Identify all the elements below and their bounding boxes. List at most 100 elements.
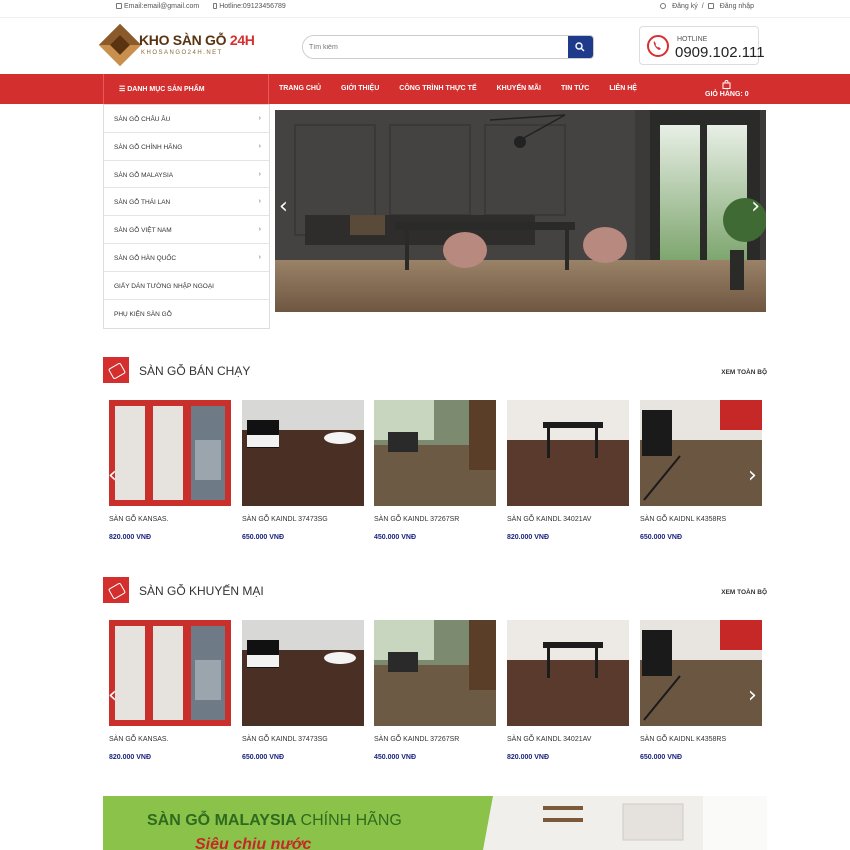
login-link[interactable]: Đăng nhập (720, 3, 754, 10)
product-name: SÀN GỖ KAINDL 37267SR (374, 736, 460, 743)
product-card[interactable]: SÀN GỖ KAINDL 34021AV 820.000 VNĐ (507, 620, 629, 761)
product-image (109, 400, 231, 506)
carousel-next-icon[interactable]: › (748, 463, 757, 488)
sidebar-item-accessories[interactable]: Phụ kiện sàn gỗ (104, 300, 269, 328)
product-image (507, 620, 629, 726)
logo-accent: 24H (229, 32, 255, 48)
product-card[interactable]: SÀN GỖ KAINDL 37473SG 650.000 VNĐ (242, 400, 364, 541)
category-sidebar: Sàn gỗ Châu Âu › Sàn gỗ chính hãng › Sàn g… (103, 104, 270, 329)
tag-icon (103, 577, 129, 603)
promo-headline: SÀN GỖ MALAYSIA (147, 812, 297, 829)
chevron-right-icon: › (258, 198, 261, 206)
nav-about[interactable]: GIỚI THIỆU (341, 85, 379, 92)
chevron-right-icon: › (258, 142, 261, 150)
site-logo[interactable]: KHO SÀN GỖ 24H KHOSANGO24H.NET (98, 23, 255, 67)
promo-headline-accent: CHÍNH HÃNG (300, 812, 402, 829)
product-price: 650.000 VNĐ (640, 754, 683, 761)
top-bar: Email:email@gmail.com Hotline:0912345678… (0, 0, 850, 18)
product-name: SÀN GỖ KAIDNL K4358RS (640, 736, 727, 743)
cart-bag-icon (722, 80, 731, 89)
product-image (242, 400, 364, 506)
nav-news[interactable]: TIN TỨC (561, 85, 589, 92)
user-icon (660, 3, 667, 9)
sidebar-item-korea[interactable]: Sàn gỗ Hàn Quốc › (104, 244, 269, 272)
hotline-box[interactable]: HOTLINE 0909.102.111 (639, 26, 765, 65)
product-card[interactable]: SÀN GỖ KAIDNL K4358RS 650.000 VNĐ (640, 400, 762, 541)
product-card[interactable]: SÀN GỖ KAINDL 34021AV 820.000 VNĐ (507, 400, 629, 541)
product-price: 650.000 VNĐ (242, 754, 285, 761)
nav-contact[interactable]: LIÊN HỆ (609, 85, 637, 92)
hamburger-icon: ☰ (119, 86, 128, 93)
logo-title: KHO SÀN GỖ (139, 32, 227, 48)
product-price: 820.000 VNĐ (507, 534, 550, 541)
promo-tagline: Siêu chịu nước (195, 836, 312, 850)
section-header-bestseller: SÀN GỖ BÁN CHẠY XEM TOÀN BỘ (103, 357, 767, 383)
search-button[interactable] (568, 36, 593, 58)
product-name: SÀN GỖ KAINDL 37473SG (242, 516, 328, 523)
product-image (640, 400, 762, 506)
slider-next-icon[interactable]: › (751, 194, 760, 219)
email-info: Email:email@gmail.com (116, 3, 199, 10)
carousel-next-icon[interactable]: › (748, 683, 757, 708)
logo-mark-icon (98, 23, 142, 67)
product-name: SÀN GỖ KAINDL 34021AV (507, 516, 592, 523)
nav-projects[interactable]: CÔNG TRÌNH THỰC TẾ (399, 85, 476, 92)
product-name: SÀN GỖ KANSAS. (109, 516, 169, 523)
phone-circle-icon (647, 35, 669, 57)
hero-slider[interactable]: ‹ › (275, 110, 766, 312)
login-icon (707, 3, 714, 9)
section-header-promotion: SÀN GỖ KHUYẾN MẠI XEM TOÀN BỘ (103, 577, 767, 603)
product-card[interactable]: SÀN GỖ KANSAS. 820.000 VNĐ (109, 620, 231, 761)
page: Email:email@gmail.com Hotline:0912345678… (0, 0, 850, 850)
search-input[interactable] (303, 36, 569, 58)
product-image (374, 400, 496, 506)
product-name: SÀN GỖ KANSAS. (109, 736, 169, 743)
sidebar-item-wallpaper[interactable]: Giấy dán tường nhập ngoại (104, 272, 269, 300)
product-image (242, 620, 364, 726)
product-image (640, 620, 762, 726)
main-nav: ☰ Danh mục sản phẩm TRANG CHỦ GIỚI THIỆU… (0, 74, 850, 104)
sidebar-item-malaysia[interactable]: Sàn gỗ Malaysia › (104, 161, 269, 189)
chevron-right-icon: › (258, 253, 261, 261)
nav-promotions[interactable]: KHUYẾN MÃI (497, 85, 541, 92)
product-card[interactable]: SÀN GỖ KAINDL 37267SR 450.000 VNĐ (374, 620, 496, 761)
nav-home[interactable]: TRANG CHỦ (279, 85, 321, 92)
promo-banner[interactable]: SÀN GỖ MALAYSIA CHÍNH HÃNG Siêu chịu nướ… (103, 796, 767, 850)
hotline-label: HOTLINE (677, 36, 708, 43)
product-card[interactable]: SÀN GỖ KAINDL 37473SG 650.000 VNĐ (242, 620, 364, 761)
sidebar-item-genuine[interactable]: Sàn gỗ chính hãng › (104, 133, 269, 161)
product-name: SÀN GỖ KAINDL 37473SG (242, 736, 328, 743)
search-icon (575, 42, 585, 52)
sidebar-item-thailand[interactable]: Sàn gỗ Thái Lan › (104, 188, 269, 217)
product-card[interactable]: SÀN GỖ KAIDNL K4358RS 650.000 VNĐ (640, 620, 762, 761)
product-card[interactable]: SÀN GỖ KANSAS. 820.000 VNĐ (109, 400, 231, 541)
chevron-right-icon: › (258, 170, 261, 178)
cart-count: 0 (744, 91, 749, 98)
category-menu-button[interactable]: ☰ Danh mục sản phẩm (103, 74, 269, 104)
product-card[interactable]: SÀN GỖ KAINDL 37267SR 450.000 VNĐ (374, 400, 496, 541)
view-all-link[interactable]: XEM TOÀN BỘ (721, 369, 767, 376)
phone-icon (213, 3, 218, 9)
slider-prev-icon[interactable]: ‹ (279, 194, 288, 219)
logo-subtitle: KHOSANGO24H.NET (141, 50, 223, 56)
register-link[interactable]: Đăng ký (672, 3, 698, 10)
sidebar-item-vietnam[interactable]: Sàn gỗ Việt Nam › (104, 216, 269, 244)
hotline-info: Hotline:09123456789 (213, 3, 286, 10)
view-all-link[interactable]: XEM TOÀN BỘ (721, 589, 767, 596)
mail-icon (116, 3, 122, 9)
product-image (507, 400, 629, 506)
product-name: SÀN GỖ KAINDL 37267SR (374, 516, 460, 523)
section-title: SÀN GỖ KHUYẾN MẠI (139, 584, 264, 598)
product-name: SÀN GỖ KAINDL 34021AV (507, 736, 592, 743)
product-price: 820.000 VNĐ (507, 754, 550, 761)
chevron-right-icon: › (258, 115, 261, 122)
product-image (109, 620, 231, 726)
cart-button[interactable]: GIỎ HÀNG: 0 (705, 80, 749, 98)
carousel-prev-icon[interactable]: ‹ (108, 683, 117, 708)
sidebar-item-europe[interactable]: Sàn gỗ Châu Âu › (104, 105, 269, 133)
product-price: 820.000 VNĐ (109, 534, 152, 541)
product-price: 650.000 VNĐ (640, 534, 683, 541)
search-bar (302, 35, 594, 59)
carousel-prev-icon[interactable]: ‹ (108, 463, 117, 488)
section-title: SÀN GỖ BÁN CHẠY (139, 364, 251, 378)
